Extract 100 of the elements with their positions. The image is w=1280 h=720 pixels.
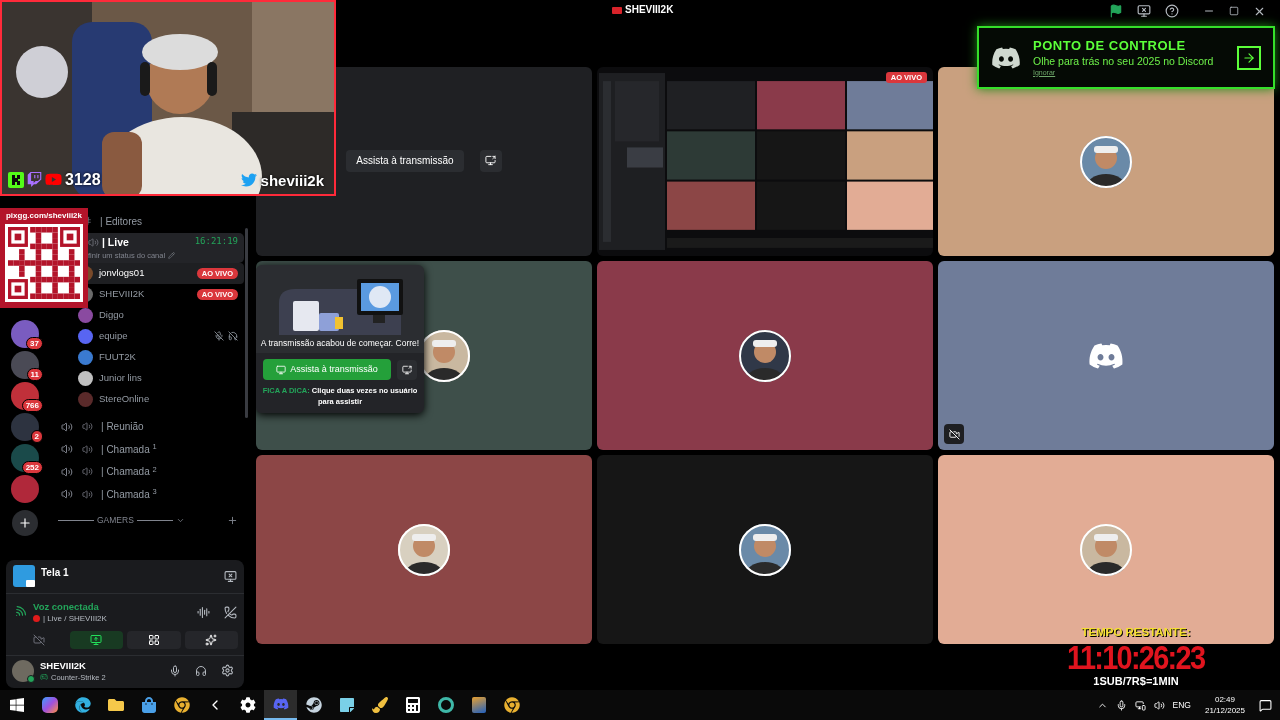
chevron-icon[interactable]	[175, 516, 185, 525]
watch-stream-button[interactable]: Assista à transmissão	[346, 149, 464, 172]
no-video-icon	[944, 424, 964, 444]
call-timer: 16:21:19	[194, 235, 238, 249]
maximize-icon[interactable]	[1229, 6, 1239, 16]
channel-name: | Chamada $^{3}$	[101, 486, 157, 502]
banner-subtitle: Olhe para trás no seu 2025 no Discord	[1033, 53, 1215, 68]
speaker-icon	[61, 488, 73, 501]
network-icon[interactable]	[1134, 699, 1146, 711]
monitor-icon[interactable]	[1137, 4, 1151, 18]
clock-time[interactable]: 02:49	[1214, 694, 1235, 705]
open-button[interactable]	[1237, 45, 1261, 70]
video-tile[interactable]	[938, 261, 1274, 450]
qr-url: pixgg.com/sheviii2k	[6, 210, 82, 222]
taskbar-discord-icon[interactable]	[264, 690, 297, 720]
bird-icon	[240, 172, 257, 188]
twitch-icon	[27, 172, 42, 187]
keyboard-language[interactable]: ENG	[1172, 698, 1191, 712]
channel-row[interactable]: | Reunião	[50, 415, 244, 438]
speaker-icon	[61, 465, 73, 478]
disconnect-icon[interactable]	[224, 605, 237, 619]
speaker-icon	[61, 420, 73, 433]
screen-share-icon	[90, 633, 103, 646]
speaker-icon	[82, 421, 93, 433]
countdown-rate: 1SUB/7R$=1MIN	[1093, 675, 1179, 688]
speaker-icon	[82, 488, 93, 500]
channel-name: | Editores	[100, 214, 143, 229]
headphones-muted-icon	[228, 331, 238, 341]
member-row[interactable]: Junior lins	[50, 367, 244, 389]
headphones-icon[interactable]	[195, 664, 207, 677]
channel-row[interactable]: | Chamada $^{2}$	[50, 460, 244, 483]
speaker-icon	[88, 236, 99, 248]
avatar	[78, 328, 93, 344]
notifications-icon[interactable]	[1259, 698, 1272, 712]
channel-row[interactable]: | Chamada $^{3}$	[50, 483, 244, 506]
category-name[interactable]: GAMERS	[97, 514, 134, 527]
channel-handle: sheviii2k	[260, 172, 324, 188]
add-view-button[interactable]	[397, 359, 417, 380]
add-icon[interactable]	[227, 515, 238, 526]
speaker-icon	[82, 466, 93, 478]
grid-icon	[147, 633, 160, 646]
window-title: SHEVIII2K	[625, 3, 674, 17]
countdown-label: TEMPO RESTANTE:	[1081, 625, 1191, 639]
username: SHEVIII2K	[40, 658, 87, 672]
avatar	[78, 391, 93, 407]
voice-channel: | Live / SHEVIII2K	[43, 612, 107, 625]
avatar	[78, 349, 93, 365]
speaker-icon	[61, 443, 73, 456]
channel-name: | Reunião	[101, 420, 144, 435]
sparkles-icon	[205, 633, 218, 646]
channel-name: | Chamada $^{1}$	[101, 441, 157, 457]
channel-name: | Live	[102, 234, 129, 250]
flag-icon[interactable]	[1109, 4, 1123, 18]
stop-stream-icon[interactable]	[224, 569, 237, 583]
speaker-icon	[82, 443, 93, 455]
add-server-button[interactable]	[12, 510, 38, 536]
member-name: SHEVIII2K	[99, 286, 145, 301]
member-row[interactable]: StereOnline	[50, 388, 244, 410]
video-tile[interactable]	[597, 261, 933, 450]
popup-message: A transmissão acabou de começar. Corre!	[260, 337, 420, 349]
clock-date[interactable]: 21/12/2025	[1204, 705, 1245, 716]
settings-icon[interactable]	[221, 664, 234, 678]
screen-icon	[485, 155, 497, 166]
pencil-icon[interactable]	[168, 251, 176, 259]
screen-icon	[402, 364, 412, 375]
monitor-icon	[276, 364, 287, 375]
member-row[interactable]: equipe	[50, 325, 244, 347]
member-row[interactable]: Diggo	[50, 304, 244, 326]
stream-icon	[13, 565, 35, 588]
member-row[interactable]: FUUT2K	[50, 346, 244, 368]
avatar	[78, 370, 93, 386]
volume-icon[interactable]	[1153, 699, 1165, 711]
server-icon[interactable]	[11, 320, 39, 348]
video-tile[interactable]	[938, 455, 1274, 644]
help-icon[interactable]	[1165, 4, 1179, 18]
channel-name: | Chamada $^{2}$	[101, 464, 157, 480]
channel-row[interactable]: | Chamada $^{1}$	[50, 438, 244, 461]
avatar	[78, 307, 93, 323]
user-avatar	[12, 659, 34, 682]
member-name: jonvlogs01	[99, 265, 145, 280]
unread-badge: 37	[26, 337, 43, 350]
sound-icon[interactable]	[197, 605, 210, 619]
member-name: Junior lins	[99, 370, 142, 385]
youtube-icon	[45, 171, 62, 188]
add-view-button[interactable]	[479, 149, 502, 172]
video-tile[interactable]	[597, 455, 933, 644]
microphone-icon[interactable]	[1115, 699, 1127, 711]
activities-button[interactable]	[127, 630, 181, 649]
soundboard-button[interactable]	[184, 630, 238, 649]
server-icon[interactable]	[11, 351, 39, 379]
screen-share-button[interactable]	[69, 630, 123, 649]
banner-title: PONTO DE CONTROLE	[1033, 37, 1187, 54]
member-name: FUUT2K	[99, 349, 136, 364]
member-name: StereOnline	[99, 391, 150, 406]
video-tile[interactable]	[256, 455, 592, 644]
microphone-icon[interactable]	[169, 664, 181, 677]
countdown-timer: 11:10:26:23	[1067, 639, 1205, 675]
member-name: equipe	[99, 328, 128, 343]
unread-badge: 252	[21, 461, 43, 474]
viewer-count: 3128	[65, 171, 101, 188]
